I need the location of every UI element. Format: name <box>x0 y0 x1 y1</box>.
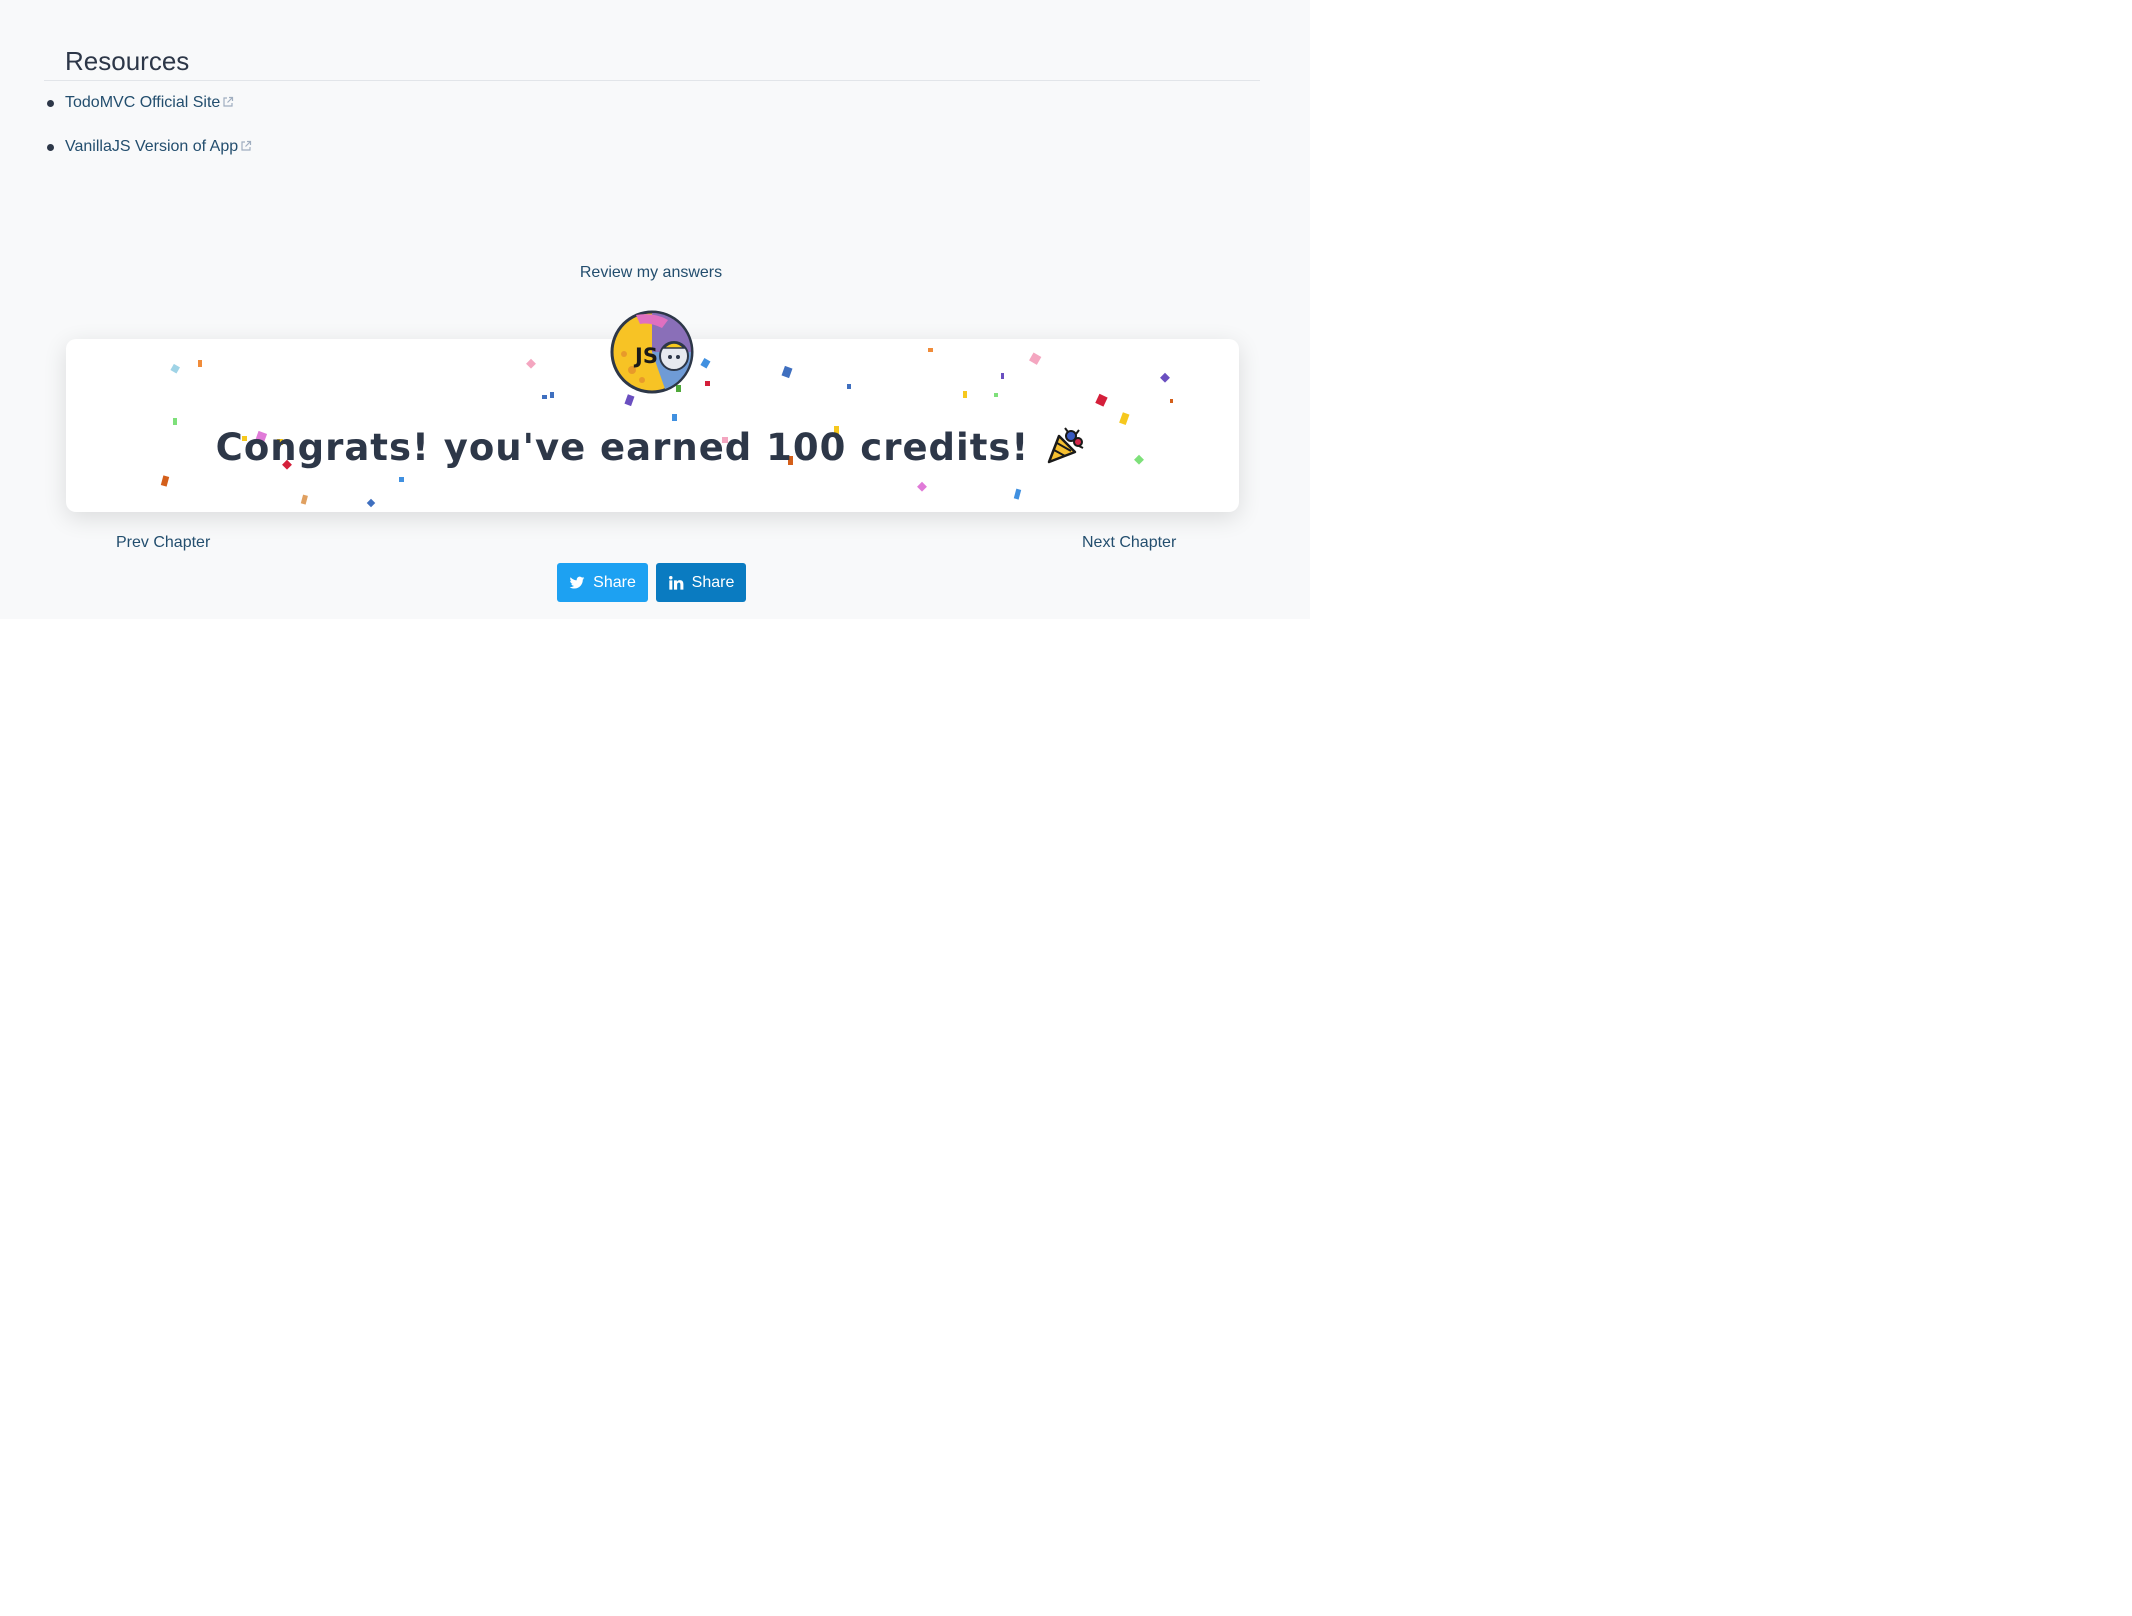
next-chapter-link[interactable]: Next Chapter <box>1082 534 1176 552</box>
todomvc-link[interactable]: TodoMVC Official Site <box>65 94 234 111</box>
heading-divider <box>44 80 1260 81</box>
external-link-icon <box>241 140 252 151</box>
link-label: TodoMVC Official Site <box>65 94 221 111</box>
twitter-icon <box>569 576 585 589</box>
bullet <box>47 144 54 151</box>
linkedin-icon <box>668 575 684 590</box>
prev-chapter-link[interactable]: Prev Chapter <box>116 534 210 552</box>
list-item: TodoMVC Official Site <box>44 90 252 134</box>
external-link-icon <box>223 96 234 107</box>
bullet <box>47 100 54 107</box>
vanillajs-link[interactable]: VanillaJS Version of App <box>65 138 252 155</box>
linkedin-share-button[interactable]: Share <box>656 563 746 602</box>
link-label: VanillaJS Version of App <box>65 138 239 155</box>
party-popper-icon <box>1048 427 1084 464</box>
twitter-share-label: Share <box>593 574 636 591</box>
list-item: VanillaJS Version of App <box>44 134 252 178</box>
resources-heading: Resources <box>65 46 190 76</box>
congrats-message: Congrats! you've earned 100 credits! <box>66 422 1239 469</box>
review-answers-link[interactable]: Review my answers <box>0 264 1302 282</box>
badge-text: JS <box>633 344 658 368</box>
congrats-text: Congrats! you've earned 100 credits! <box>215 426 1030 469</box>
js-badge-icon: JS <box>610 310 694 394</box>
resources-list: TodoMVC Official Site VanillaJS Version … <box>44 90 252 178</box>
twitter-share-button[interactable]: Share <box>557 563 648 602</box>
chapter-footer-page: Resources TodoMVC Official Site VanillaJ… <box>0 0 1310 619</box>
linkedin-share-label: Share <box>691 574 735 591</box>
